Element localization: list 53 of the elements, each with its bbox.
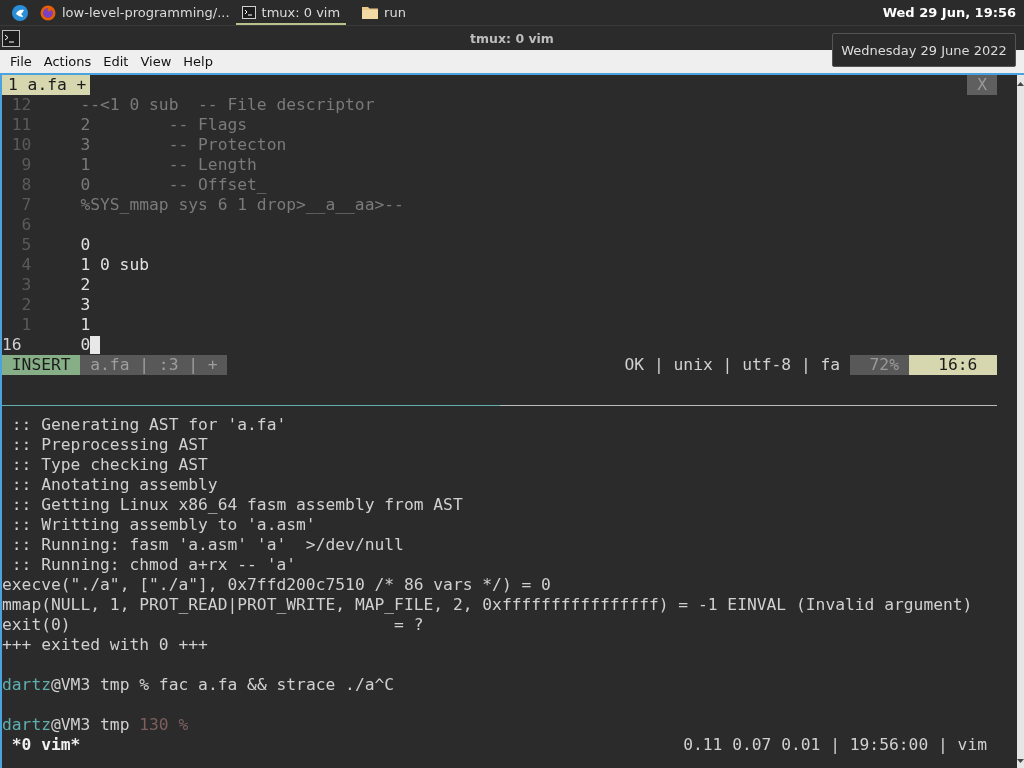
code-line: 0 -- Offset_	[80, 175, 267, 195]
folder-icon	[362, 6, 379, 19]
output-line: :: Generating AST for 'a.fa'	[10, 415, 287, 435]
scroll-up-icon[interactable]	[1017, 81, 1024, 87]
browser-icon	[40, 4, 56, 21]
editor-tab[interactable]: 1 a.fa +	[2, 75, 91, 95]
code-line: 2	[80, 275, 91, 295]
panel-clock: Wed 29 Jun, 19:56	[882, 5, 1017, 20]
code-line: 1 -- Length	[80, 155, 257, 175]
code-line: %SYS_mmap sys 6 1 drop>__a__aa>--	[80, 195, 404, 215]
output-line: :: Running: chmod a+rx -- 'a'	[10, 555, 297, 575]
menu-item[interactable]: Edit	[97, 54, 135, 69]
taskbar-item[interactable]: run	[356, 0, 412, 25]
menu-item[interactable]: Actions	[37, 54, 98, 69]
code-line: 3 -- Protecton	[80, 135, 287, 155]
mode-indicator: INSERT	[2, 355, 81, 375]
menu-item[interactable]: View	[134, 54, 178, 69]
output-line: execve("./a", ["./a"], 0x7ffd200c7510 /* 86 vars */) = 0	[2, 575, 551, 595]
output-line: +++ exited with 0 +++	[2, 635, 208, 655]
code-line: 2 -- Flags	[80, 115, 248, 135]
file-info: a.fa | :3 | +	[80, 355, 228, 375]
menu-item[interactable]: File	[4, 54, 38, 69]
output-line: :: Running: fasm 'a.asm' 'a' >/dev/null	[10, 535, 404, 555]
shell-prompt: dartz@VM3 tmp % fac a.fa && strace ./a^C	[2, 675, 395, 695]
code-line: 0	[80, 235, 91, 255]
output-line: mmap(NULL, 1, PROT_READ|PROT_WRITE, MAP_FILE, 2, 0xffffffffffffffff) = -1 EINVAL (Invalid argument)	[2, 595, 973, 615]
tmux-status: 0.11 0.07 0.01 | 19:56:00 | vim	[683, 735, 987, 755]
date-tooltip: Wednesday 29 June 2022	[832, 33, 1016, 67]
text-cursor	[90, 336, 100, 354]
code-line: 3	[80, 295, 91, 315]
app-menu-icon[interactable]	[12, 4, 28, 21]
menu-item[interactable]: Help	[177, 54, 219, 69]
code-line: 1 0 sub	[80, 255, 150, 275]
scroll-percent: 72%	[849, 355, 909, 375]
line-number: 16	[2, 335, 23, 355]
output-line: :: Writting assembly to 'a.asm'	[10, 515, 316, 535]
shell-prompt: dartz@VM3 tmp 130 %	[2, 715, 189, 735]
output-line: :: Preprocessing AST	[10, 435, 208, 455]
window-title: tmux: 0 vim	[469, 30, 555, 46]
taskbar-item[interactable]: low-level-programming/...	[34, 0, 236, 25]
cursor-position: 16:6	[908, 355, 997, 375]
output-line: :: Type checking AST	[10, 455, 208, 475]
file-format-info: OK | unix | utf-8 | fa	[624, 355, 842, 375]
code-line: 1	[80, 315, 91, 335]
terminal-icon	[241, 6, 256, 19]
tmux-window: *0 vim*	[2, 735, 81, 755]
output-line: :: Getting Linux x86_64 fasm assembly from AST	[10, 495, 463, 515]
terminal-icon	[2, 29, 20, 47]
output-line: exit(0) = ?	[2, 615, 424, 635]
code-line: --<1 0 sub -- File descriptor	[80, 95, 375, 115]
code-line: 0	[80, 335, 100, 355]
scroll-down-icon[interactable]	[1017, 758, 1024, 764]
output-line: :: Anotating assembly	[10, 475, 218, 495]
